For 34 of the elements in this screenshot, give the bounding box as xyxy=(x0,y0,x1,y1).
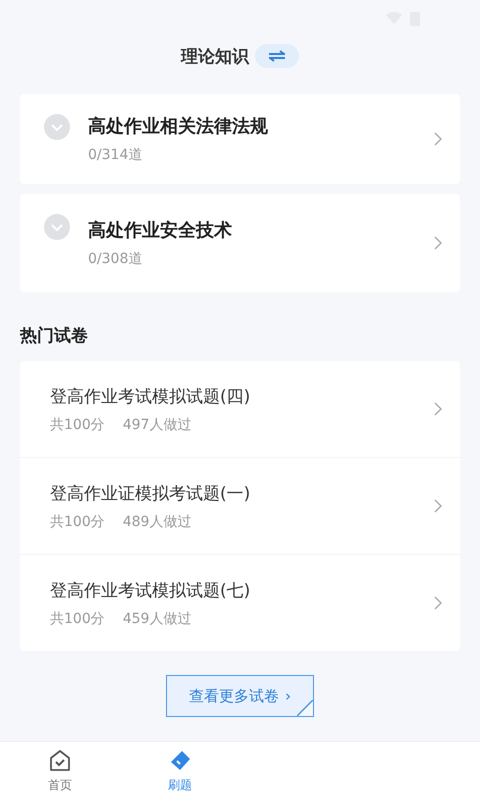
nav-tab[interactable]: 刷题 xyxy=(120,742,240,800)
subject-title: 高处作业安全技术 xyxy=(88,219,233,242)
exam-row[interactable]: 登高作业考试模拟试题(七) 共100分 459人做过 xyxy=(20,555,460,651)
section-title: 理论知识 xyxy=(181,46,249,68)
subject-card[interactable]: 高处作业安全技术 0/308道 xyxy=(20,194,460,292)
exam-title: 登高作业考试模拟试题(四) xyxy=(50,386,252,408)
chevron-right-icon xyxy=(434,402,442,416)
expand-icon xyxy=(44,114,70,140)
chevron-right-icon xyxy=(434,596,442,610)
exam-title: 登高作业证模拟考试题(一) xyxy=(50,482,252,504)
switch-button[interactable] xyxy=(255,44,299,68)
chevron-right-icon xyxy=(434,132,442,146)
attempt-count: 459人做过 xyxy=(122,610,192,628)
home-check-icon xyxy=(48,748,72,772)
more-papers-button[interactable]: 查看更多试卷 › xyxy=(166,675,314,717)
subject-title: 高处作业相关法律法规 xyxy=(88,115,269,138)
nav-tab[interactable]: 首页 xyxy=(0,742,120,800)
attempt-count: 497人做过 xyxy=(122,416,192,434)
chevron-right-icon xyxy=(434,499,442,513)
chevron-right-icon xyxy=(434,236,442,250)
total-score: 共100分 xyxy=(50,416,105,434)
subject-card[interactable]: 高处作业相关法律法规 0/314道 xyxy=(20,94,460,184)
section-heading: 热门试卷 xyxy=(20,325,89,347)
swap-arrows-icon xyxy=(267,50,287,62)
question-count: 0/308道 xyxy=(88,250,144,268)
total-score: 共100分 xyxy=(50,610,105,628)
expand-icon xyxy=(44,214,70,240)
exam-title: 登高作业考试模拟试题(七) xyxy=(50,580,252,602)
attempt-count: 489人做过 xyxy=(122,512,192,530)
folded-corner-icon xyxy=(297,700,313,716)
exam-row[interactable]: 登高作业考试模拟试题(四) 共100分 497人做过 xyxy=(20,361,460,458)
question-count: 0/314道 xyxy=(88,146,144,164)
total-score: 共100分 xyxy=(50,512,105,530)
exam-row[interactable]: 登高作业证模拟考试题(一) 共100分 489人做过 xyxy=(20,458,460,555)
